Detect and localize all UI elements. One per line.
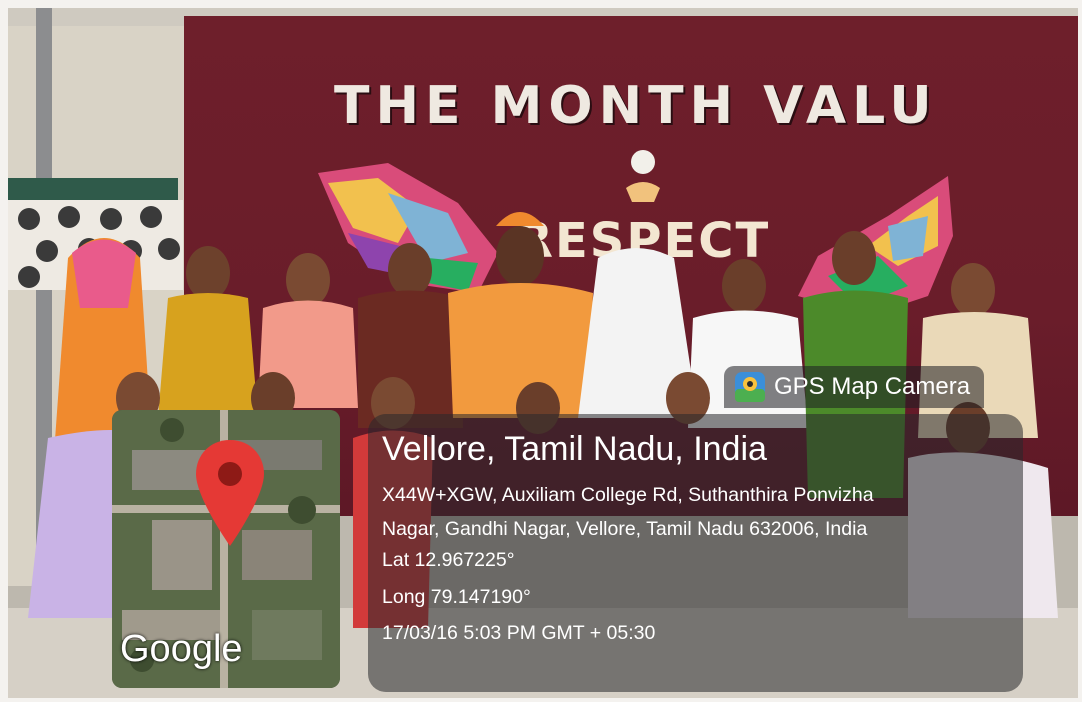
green-shelf [8, 178, 178, 200]
latitude: Lat 12.967225° [382, 549, 515, 571]
address-line-1: X44W+XGW, Auxiliam College Rd, Suthanthi… [382, 484, 874, 506]
gps-map-camera-label: GPS Map Camera [724, 366, 985, 408]
app-name: GPS Map Camera [774, 373, 971, 400]
gps-map-camera-icon [735, 372, 765, 402]
address: X44W+XGW, Auxiliam College Rd, Suthanthi… [382, 478, 1012, 546]
address-line-2: Nagar, Gandhi Nagar, Vellore, Tamil Nadu… [382, 518, 868, 540]
longitude: Long 79.147190° [382, 586, 531, 608]
location-title: Vellore, Tamil Nadu, India [382, 430, 767, 468]
timestamp: 17/03/16 5:03 PM GMT + 05:30 [382, 622, 656, 644]
map-pin-icon [196, 440, 264, 546]
banner-title: THE MONTH VALU [334, 76, 938, 132]
photo-frame: THE MONTH VALU RESPECT GPS Map Camera Go… [8, 8, 1078, 698]
google-attribution: Google [120, 628, 243, 670]
